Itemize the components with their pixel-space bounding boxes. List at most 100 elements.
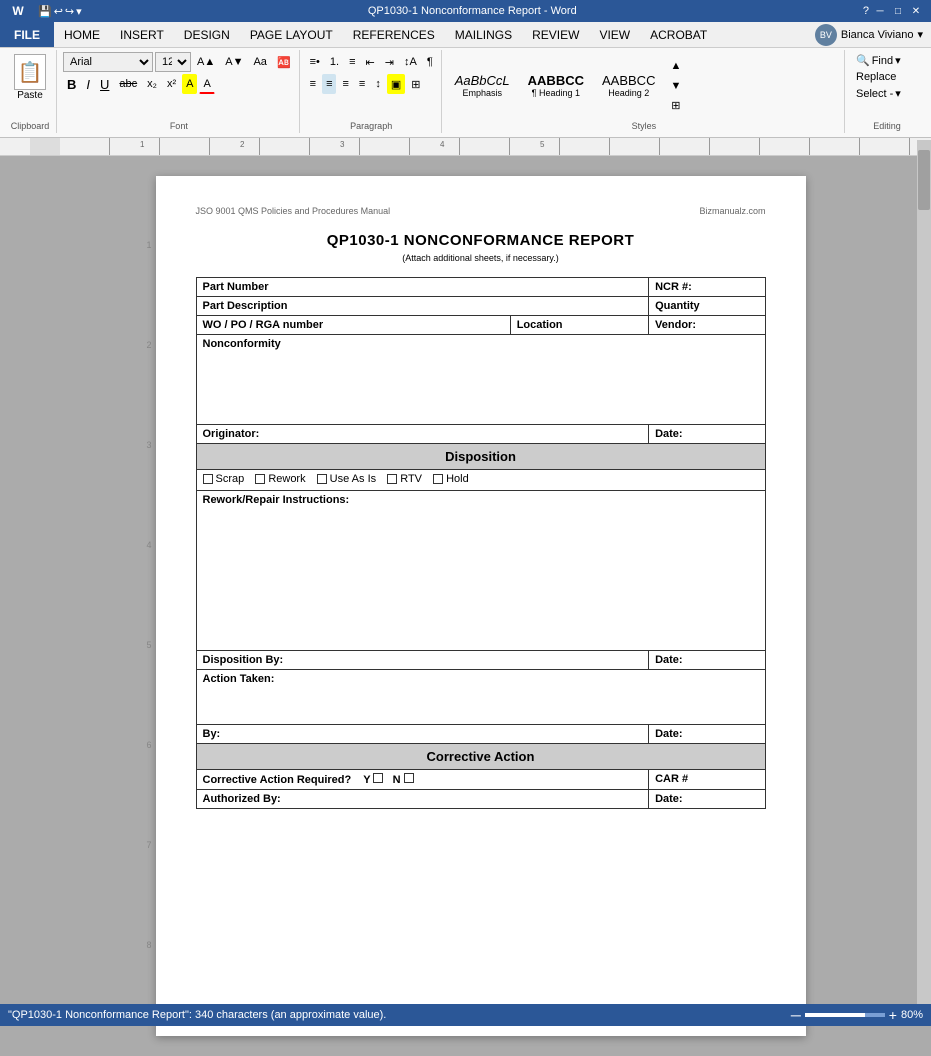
zoom-in-btn[interactable]: + [889, 1007, 897, 1023]
shrink-font-btn[interactable]: A▼ [221, 52, 247, 72]
hold-label: Hold [446, 473, 469, 485]
select-button[interactable]: Select - ▾ [851, 85, 906, 102]
margin-2: 2 [146, 336, 151, 436]
page: JSO 9001 QMS Policies and Procedures Man… [156, 176, 806, 1036]
font-name-select[interactable]: Arial [63, 52, 153, 72]
help-icon[interactable]: ? [863, 5, 869, 17]
change-case-btn[interactable]: Aa [249, 52, 270, 72]
editing-row-1: 🔍 Find ▾ [851, 52, 923, 69]
sort-btn[interactable]: ↕A [400, 52, 421, 72]
clear-format-btn[interactable]: 🆎 [273, 52, 295, 72]
status-bar: "QP1030-1 Nonconformance Report": 340 ch… [0, 1004, 931, 1026]
superscript-btn[interactable]: x² [163, 74, 180, 94]
paste-button[interactable]: 📋 Paste [8, 52, 52, 103]
font-size-select[interactable]: 12 [155, 52, 191, 72]
font-row-2: B I U abc x₂ x² A A [63, 74, 295, 94]
rework-label: Rework [268, 473, 305, 485]
user-section: BV Bianca Viviano ▾ [807, 24, 931, 46]
nonconformity-label: Nonconformity [196, 335, 765, 425]
menu-references[interactable]: REFERENCES [343, 22, 445, 47]
decrease-indent-btn[interactable]: ⇤ [362, 52, 379, 72]
rework-checkbox[interactable]: Rework [255, 473, 305, 485]
part-number-label: Part Number [196, 278, 649, 297]
table-row: By: Date: [196, 725, 765, 744]
originator-label: Originator: [196, 425, 649, 444]
use-as-is-checkbox[interactable]: Use As Is [317, 473, 376, 485]
editing-row-3: Select - ▾ [851, 85, 923, 102]
style-heading2[interactable]: AABBCC Heading 2 [595, 70, 662, 101]
table-row: Corrective Action [196, 744, 765, 770]
menu-design[interactable]: DESIGN [174, 22, 240, 47]
zoom-out-btn[interactable]: ─ [791, 1007, 801, 1023]
location-label: Location [510, 316, 648, 335]
hold-checkbox[interactable]: Hold [433, 473, 469, 485]
menu-insert[interactable]: INSERT [110, 22, 174, 47]
justify-btn[interactable]: ≡ [355, 74, 369, 94]
align-center-btn[interactable]: ≡ [322, 74, 336, 94]
increase-indent-btn[interactable]: ⇥ [381, 52, 398, 72]
menu-view[interactable]: VIEW [589, 22, 640, 47]
styles-expand-btn[interactable]: ⊞ [667, 96, 684, 116]
menu-file[interactable]: FILE [0, 22, 54, 47]
menu-home[interactable]: HOME [54, 22, 110, 47]
bold-btn[interactable]: B [63, 74, 80, 94]
y-box[interactable] [373, 773, 383, 783]
underline-btn[interactable]: U [96, 74, 113, 94]
paste-label: Paste [17, 90, 43, 101]
user-dropdown-icon[interactable]: ▾ [917, 28, 923, 41]
word-icon: W [8, 1, 28, 21]
save-icon[interactable]: 💾 [38, 5, 52, 18]
page-header: JSO 9001 QMS Policies and Procedures Man… [196, 206, 766, 216]
menu-review[interactable]: REVIEW [522, 22, 589, 47]
strikethrough-btn[interactable]: abc [115, 74, 141, 94]
title-bar: W 💾 ↩ ↪ ▾ QP1030-1 Nonconformance Report… [0, 0, 931, 22]
numbering-btn[interactable]: 1. [326, 52, 343, 72]
n-box[interactable] [404, 773, 414, 783]
styles-scroll-up-btn[interactable]: ▲ [666, 56, 685, 76]
wo-label: WO / PO / RGA number [196, 316, 510, 335]
italic-btn[interactable]: I [82, 74, 94, 94]
menu-mailings[interactable]: MAILINGS [445, 22, 522, 47]
close-btn[interactable]: ✕ [909, 4, 923, 18]
maximize-btn[interactable]: □ [891, 4, 905, 18]
borders-btn[interactable]: ⊞ [407, 74, 424, 94]
show-marks-btn[interactable]: ¶ [423, 52, 437, 72]
table-row: Scrap Rework Use As Is RTV [196, 470, 765, 491]
redo-icon[interactable]: ↪ [65, 5, 74, 18]
line-spacing-btn[interactable]: ↕ [371, 74, 385, 94]
multilevel-btn[interactable]: ≡ [345, 52, 359, 72]
title-bar-controls: ? ─ □ ✕ [863, 4, 923, 18]
style-emphasis[interactable]: AaBbCcL Emphasis [448, 70, 517, 101]
bullets-btn[interactable]: ≡• [306, 52, 324, 72]
text-highlight-btn[interactable]: A [182, 74, 197, 94]
scroll-thumb[interactable] [918, 150, 930, 210]
find-button[interactable]: 🔍 Find ▾ [851, 52, 906, 69]
undo-icon[interactable]: ↩ [54, 5, 63, 18]
menu-page-layout[interactable]: PAGE LAYOUT [240, 22, 343, 47]
align-left-btn[interactable]: ≡ [306, 74, 320, 94]
n-label: N [393, 774, 401, 786]
grow-font-btn[interactable]: A▲ [193, 52, 219, 72]
align-right-btn[interactable]: ≡ [338, 74, 352, 94]
table-row: Part Description Quantity [196, 297, 765, 316]
font-color-btn[interactable]: A [199, 74, 214, 94]
minimize-btn[interactable]: ─ [873, 4, 887, 18]
subscript-btn[interactable]: x₂ [143, 74, 161, 94]
hold-box [433, 474, 443, 484]
select-label: Select - [856, 88, 893, 100]
zoom-slider[interactable] [805, 1013, 885, 1017]
style-heading1[interactable]: AABBCC ¶ Heading 1 [521, 70, 591, 101]
menu-acrobat[interactable]: ACROBAT [640, 22, 717, 47]
shading-btn[interactable]: ▣ [387, 74, 405, 94]
styles-scroll-down-btn[interactable]: ▼ [666, 76, 685, 96]
select-dropdown-icon: ▾ [895, 87, 901, 100]
car-label: CAR # [649, 770, 765, 790]
scrap-box [203, 474, 213, 484]
margin-5: 5 [146, 636, 151, 736]
scrollbar[interactable] [917, 140, 931, 1004]
scrap-checkbox[interactable]: Scrap [203, 473, 245, 485]
font-row-1: Arial 12 A▲ A▼ Aa 🆎 [63, 52, 295, 72]
replace-button[interactable]: Replace [851, 69, 901, 85]
rtv-checkbox[interactable]: RTV [387, 473, 422, 485]
use-as-is-box [317, 474, 327, 484]
